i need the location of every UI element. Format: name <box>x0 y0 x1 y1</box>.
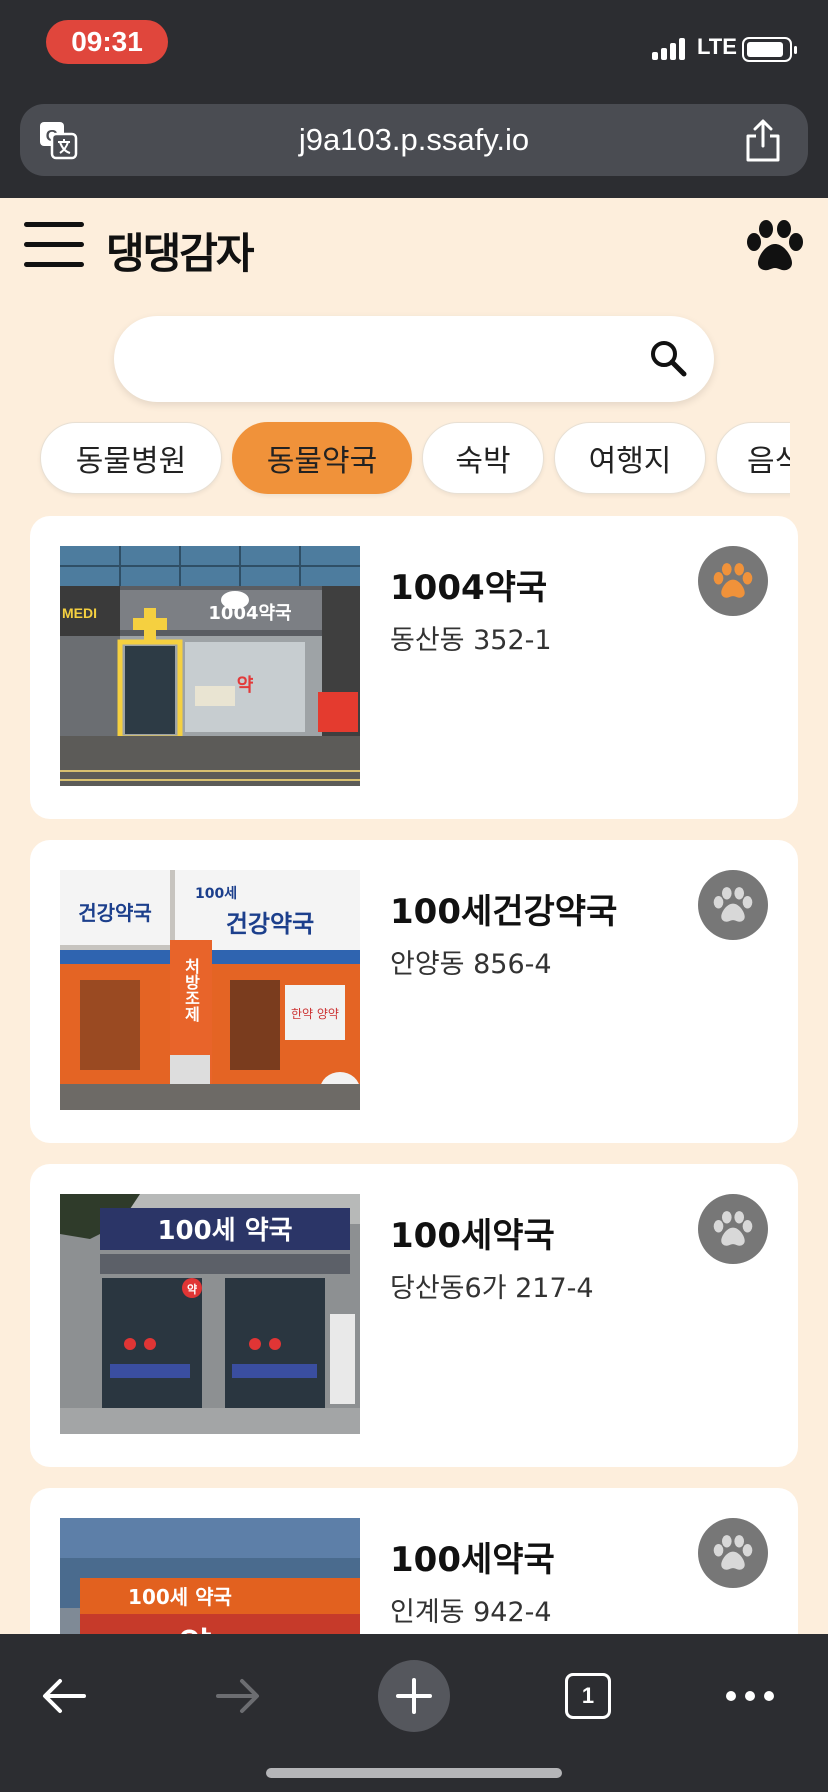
place-photo: 건강약국 100세 건강약국 처방조제 한약 양약 <box>60 870 360 1110</box>
svg-text:100세: 100세 <box>195 886 237 902</box>
svg-text:1004약국: 1004약국 <box>208 602 291 624</box>
chip-vet-hospital[interactable]: 동물병원 <box>40 422 222 494</box>
app-brand-logo: 댕댕감자 <box>106 229 255 278</box>
svg-text:약: 약 <box>178 1626 211 1634</box>
svg-text:약: 약 <box>187 1282 197 1296</box>
place-address: 동산동 352-1 <box>390 625 552 656</box>
search-bar[interactable] <box>114 316 714 402</box>
place-card[interactable]: 100세 약국 약 100세약국 인계동 942-4 <box>30 1488 798 1634</box>
search-input[interactable] <box>144 334 624 384</box>
place-card[interactable]: 100세 약국 약 100세약국 당산동6가 217-4 <box>30 1164 798 1467</box>
search-icon[interactable] <box>648 338 688 378</box>
app-header: 댕댕감자 <box>0 198 828 298</box>
paw-icon <box>713 887 753 922</box>
favorite-button[interactable] <box>698 1518 768 1588</box>
network-type: LTE <box>697 34 737 59</box>
menu-icon[interactable] <box>24 222 84 270</box>
paw-icon[interactable] <box>746 220 804 272</box>
home-indicator <box>266 1768 562 1778</box>
svg-text:약: 약 <box>237 674 254 696</box>
cellular-signal-icon <box>652 36 692 60</box>
url-text: j9a103.p.ssafy.io <box>298 122 530 157</box>
svg-text:한약 양약: 한약 양약 <box>291 1006 339 1021</box>
chip-travel[interactable]: 여행지 <box>554 422 706 494</box>
svg-text:MEDI: MEDI <box>62 605 97 621</box>
chip-restaurant[interactable]: 음식점 <box>716 422 790 494</box>
place-address: 안양동 856-4 <box>390 949 552 980</box>
more-icon[interactable] <box>714 1660 786 1732</box>
place-list: MEDI 1004약국 약 1004약국 동산동 352-1 건강약국 100세… <box>0 516 828 1634</box>
favorite-button[interactable] <box>698 546 768 616</box>
tab-count: 1 <box>565 1673 611 1719</box>
place-address: 인계동 942-4 <box>390 1597 552 1628</box>
svg-text:건강약국: 건강약국 <box>226 910 314 938</box>
paw-icon <box>713 1211 753 1246</box>
forward-arrow-icon[interactable] <box>202 1660 274 1732</box>
address-bar[interactable]: G j9a103.p.ssafy.io <box>20 104 808 176</box>
svg-text:건강약국: 건강약국 <box>78 901 152 925</box>
place-photo: 100세 약국 약 <box>60 1194 360 1434</box>
back-arrow-icon[interactable] <box>28 1660 100 1732</box>
tabs-icon[interactable]: 1 <box>552 1660 624 1732</box>
place-name: 100세약국 <box>390 1216 555 1256</box>
paw-icon <box>713 563 753 598</box>
svg-text:처방조제: 처방조제 <box>182 958 201 1023</box>
favorite-button[interactable] <box>698 870 768 940</box>
paw-icon <box>713 1535 753 1570</box>
svg-text:100세 약국: 100세 약국 <box>128 1585 232 1609</box>
place-card[interactable]: 건강약국 100세 건강약국 처방조제 한약 양약 100세건강약국 안양동 8… <box>30 840 798 1143</box>
favorite-button[interactable] <box>698 1194 768 1264</box>
svg-text:100세 약국: 100세 약국 <box>157 1216 292 1246</box>
browser-address-area: G j9a103.p.ssafy.io <box>0 96 828 198</box>
chip-pet-pharmacy[interactable]: 동물약국 <box>232 422 412 494</box>
place-address: 당산동6가 217-4 <box>390 1273 594 1304</box>
browser-toolbar: 1 <box>0 1634 828 1792</box>
place-photo: MEDI 1004약국 약 <box>60 546 360 786</box>
place-photo: 100세 약국 약 <box>60 1518 360 1634</box>
battery-icon <box>742 37 797 62</box>
new-tab-plus-icon[interactable] <box>378 1660 450 1732</box>
place-card[interactable]: MEDI 1004약국 약 1004약국 동산동 352-1 <box>30 516 798 819</box>
status-bar: 09:31 LTE <box>0 0 828 96</box>
share-icon[interactable] <box>744 118 782 162</box>
chip-lodging[interactable]: 숙박 <box>422 422 544 494</box>
status-time: 09:31 <box>46 20 168 64</box>
place-name: 100세건강약국 <box>390 892 618 932</box>
category-chips: 동물병원 동물약국 숙박 여행지 음식점 <box>0 418 790 500</box>
place-name: 1004약국 <box>390 568 548 608</box>
place-name: 100세약국 <box>390 1540 555 1580</box>
